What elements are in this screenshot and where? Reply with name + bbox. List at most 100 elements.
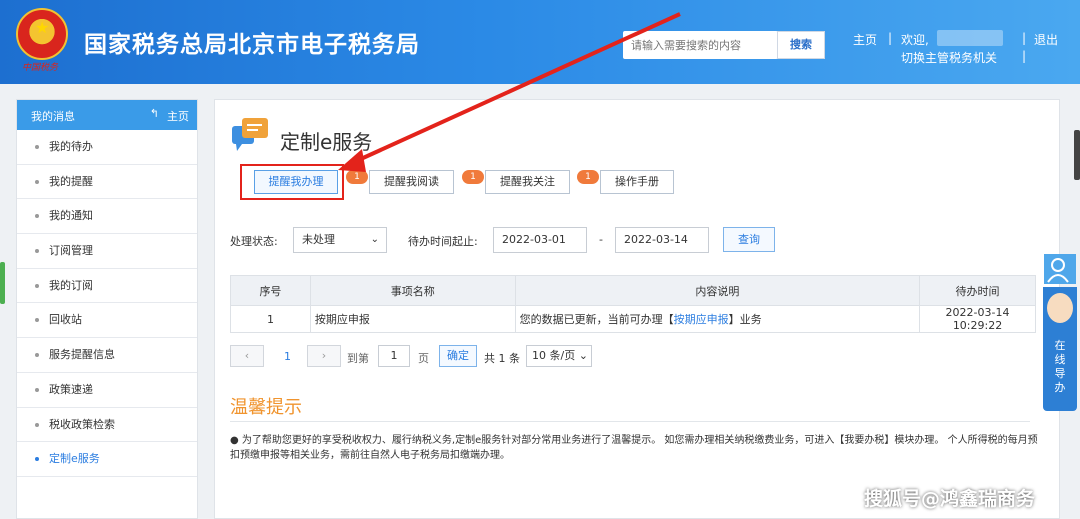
bullet-icon <box>35 249 39 254</box>
sidebar: 我的消息 ↰ 主页 我的待办 我的提醒 我的通知 订阅管理 我的订阅 回收站 服… <box>16 99 198 519</box>
page-size-value: 10 条/页 <box>532 349 576 362</box>
site-header: ★ 中国税务 国家税务总局北京市电子税务局 搜索 主页 | 欢迎, | 退出 切… <box>0 0 1080 84</box>
desc-suffix: 】业务 <box>728 313 762 326</box>
left-edge-handle <box>0 262 5 304</box>
sidebar-item-label: 我的通知 <box>49 209 93 223</box>
user-service-icon[interactable] <box>1044 254 1076 284</box>
tab-badge: 1 <box>577 170 599 184</box>
bullet-icon <box>35 353 39 358</box>
back-arrow-icon[interactable]: ↰ <box>150 107 159 120</box>
bullet-icon <box>35 318 39 323</box>
sidebar-item-recycle-bin[interactable]: 回收站 <box>17 303 197 339</box>
watermark: 搜狐号@鸿鑫瑞商务 <box>864 488 1036 510</box>
row-description: 您的数据已更新，当前可办理【按期应申报】业务 <box>514 305 921 333</box>
row-item-name: 按期应申报 <box>309 305 516 333</box>
sidebar-item-policy-search[interactable]: 税收政策检索 <box>17 408 197 443</box>
row-time: 2022-03-14 10:29:22 <box>919 305 1036 333</box>
column-header: 序号 <box>230 275 311 306</box>
goto-label: 到第 <box>347 352 369 365</box>
scrollbar[interactable] <box>1074 130 1080 180</box>
tips-title: 温馨提示 <box>230 397 302 418</box>
sidebar-item-label: 服务提醒信息 <box>49 348 115 362</box>
business-link[interactable]: 按期应申报 <box>674 313 729 326</box>
emblem-caption: 中国税务 <box>22 63 59 73</box>
chevron-down-icon: ⌄ <box>578 349 588 362</box>
sidebar-item-label: 我的待办 <box>49 140 93 153</box>
sidebar-item-service-reminders[interactable]: 服务提醒信息 <box>17 338 197 373</box>
online-guide-button[interactable]: 在线导办 <box>1043 287 1077 411</box>
sidebar-item-custom-eservice[interactable]: 定制e服务 <box>17 442 197 477</box>
user-name-redacted <box>937 30 1003 46</box>
column-header: 待办时间 <box>919 275 1036 306</box>
sidebar-item-my-subscriptions[interactable]: 我的订阅 <box>17 269 197 304</box>
bullet-icon <box>35 179 39 184</box>
divider: | <box>888 31 893 45</box>
goto-confirm-button[interactable]: 确定 <box>439 345 477 367</box>
date-to-input[interactable]: 2022-03-14 <box>615 227 709 253</box>
tab-manual[interactable]: 操作手册 <box>600 170 674 194</box>
todo-table: 序号 事项名称 内容说明 待办时间 1 按期应申报 您的数据已更新，当前可办理【… <box>230 275 1036 333</box>
tab-badge: 1 <box>462 170 484 184</box>
sidebar-item-policy-express[interactable]: 政策速递 <box>17 373 197 408</box>
logout-link[interactable]: 退出 <box>1034 31 1058 48</box>
highlight-annotation-box <box>240 164 344 200</box>
bullet-icon <box>35 283 39 288</box>
sidebar-item-label: 定制e服务 <box>49 452 100 466</box>
date-range-label: 待办时间起止: <box>408 235 478 248</box>
divider: | <box>1022 49 1027 63</box>
next-page-button[interactable]: › <box>307 345 341 367</box>
switch-office-link[interactable]: 切换主管税务机关 <box>901 49 997 66</box>
search-button[interactable]: 搜索 <box>777 31 825 59</box>
row-index: 1 <box>230 305 311 333</box>
online-guide-label: 在线导办 <box>1054 339 1066 394</box>
tax-emblem-logo: ★ <box>16 8 68 60</box>
sidebar-item-notices[interactable]: 我的通知 <box>17 199 197 235</box>
date-from-input[interactable]: 2022-03-01 <box>493 227 587 253</box>
site-title: 国家税务总局北京市电子税务局 <box>84 32 420 58</box>
page-unit: 页 <box>418 352 429 365</box>
home-link[interactable]: 主页 <box>853 31 877 48</box>
tips-text: ● 为了帮助您更好的享受税收权力、履行纳税义务,定制e服务针对部分常用业务进行了… <box>230 435 1038 461</box>
agent-avatar-icon <box>1047 293 1073 323</box>
chat-bubble-icon <box>232 118 268 151</box>
welcome-text: 欢迎, <box>901 33 929 47</box>
sidebar-item-label: 我的提醒 <box>49 174 93 188</box>
sidebar-item-label: 我的订阅 <box>49 278 93 292</box>
page-title: 定制e服务 <box>280 130 373 154</box>
search-input[interactable] <box>623 31 778 59</box>
sidebar-item-reminders[interactable]: 我的提醒 <box>17 165 197 200</box>
table-row[interactable]: 1 按期应申报 您的数据已更新，当前可办理【按期应申报】业务 2022-03-1… <box>230 305 1036 333</box>
status-value: 未处理 <box>302 233 335 246</box>
chevron-down-icon: ⌄ <box>370 234 379 245</box>
bullet-icon <box>35 457 39 462</box>
table-header-row: 序号 事项名称 内容说明 待办时间 <box>230 275 1036 306</box>
tab-remind-read[interactable]: 提醒我阅读 <box>369 170 454 194</box>
query-button[interactable]: 查询 <box>723 227 775 252</box>
status-label: 处理状态: <box>230 235 278 248</box>
sidebar-item-todo[interactable]: 我的待办 <box>17 130 197 165</box>
sidebar-item-subscription-mgmt[interactable]: 订阅管理 <box>17 234 197 269</box>
bullet-icon <box>35 214 39 219</box>
bullet-icon <box>35 422 39 427</box>
sidebar-item-label: 回收站 <box>49 313 82 327</box>
sidebar-home-link[interactable]: 主页 <box>167 108 189 124</box>
bullet-icon <box>35 145 39 149</box>
status-select[interactable]: 未处理 ⌄ <box>293 227 387 253</box>
column-header: 内容说明 <box>514 275 921 306</box>
sidebar-item-label: 政策速递 <box>49 382 93 396</box>
divider: | <box>1022 31 1027 45</box>
current-page[interactable]: 1 <box>284 350 291 372</box>
column-header: 事项名称 <box>309 275 516 306</box>
divider <box>230 421 1030 422</box>
sidebar-title: 我的消息 <box>31 110 75 123</box>
goto-page-input[interactable]: 1 <box>378 345 410 367</box>
page-size-select[interactable]: 10 条/页 ⌄ <box>526 345 592 367</box>
total-count: 共 1 条 <box>484 352 520 365</box>
desc-prefix: 您的数据已更新，当前可办理【 <box>519 313 674 326</box>
sidebar-item-label: 订阅管理 <box>49 244 93 258</box>
tab-remind-follow[interactable]: 提醒我关注 <box>485 170 570 194</box>
date-separator: - <box>599 233 603 246</box>
tab-badge: 1 <box>346 170 368 184</box>
bullet-icon <box>35 387 39 392</box>
prev-page-button[interactable]: ‹ <box>230 345 264 367</box>
